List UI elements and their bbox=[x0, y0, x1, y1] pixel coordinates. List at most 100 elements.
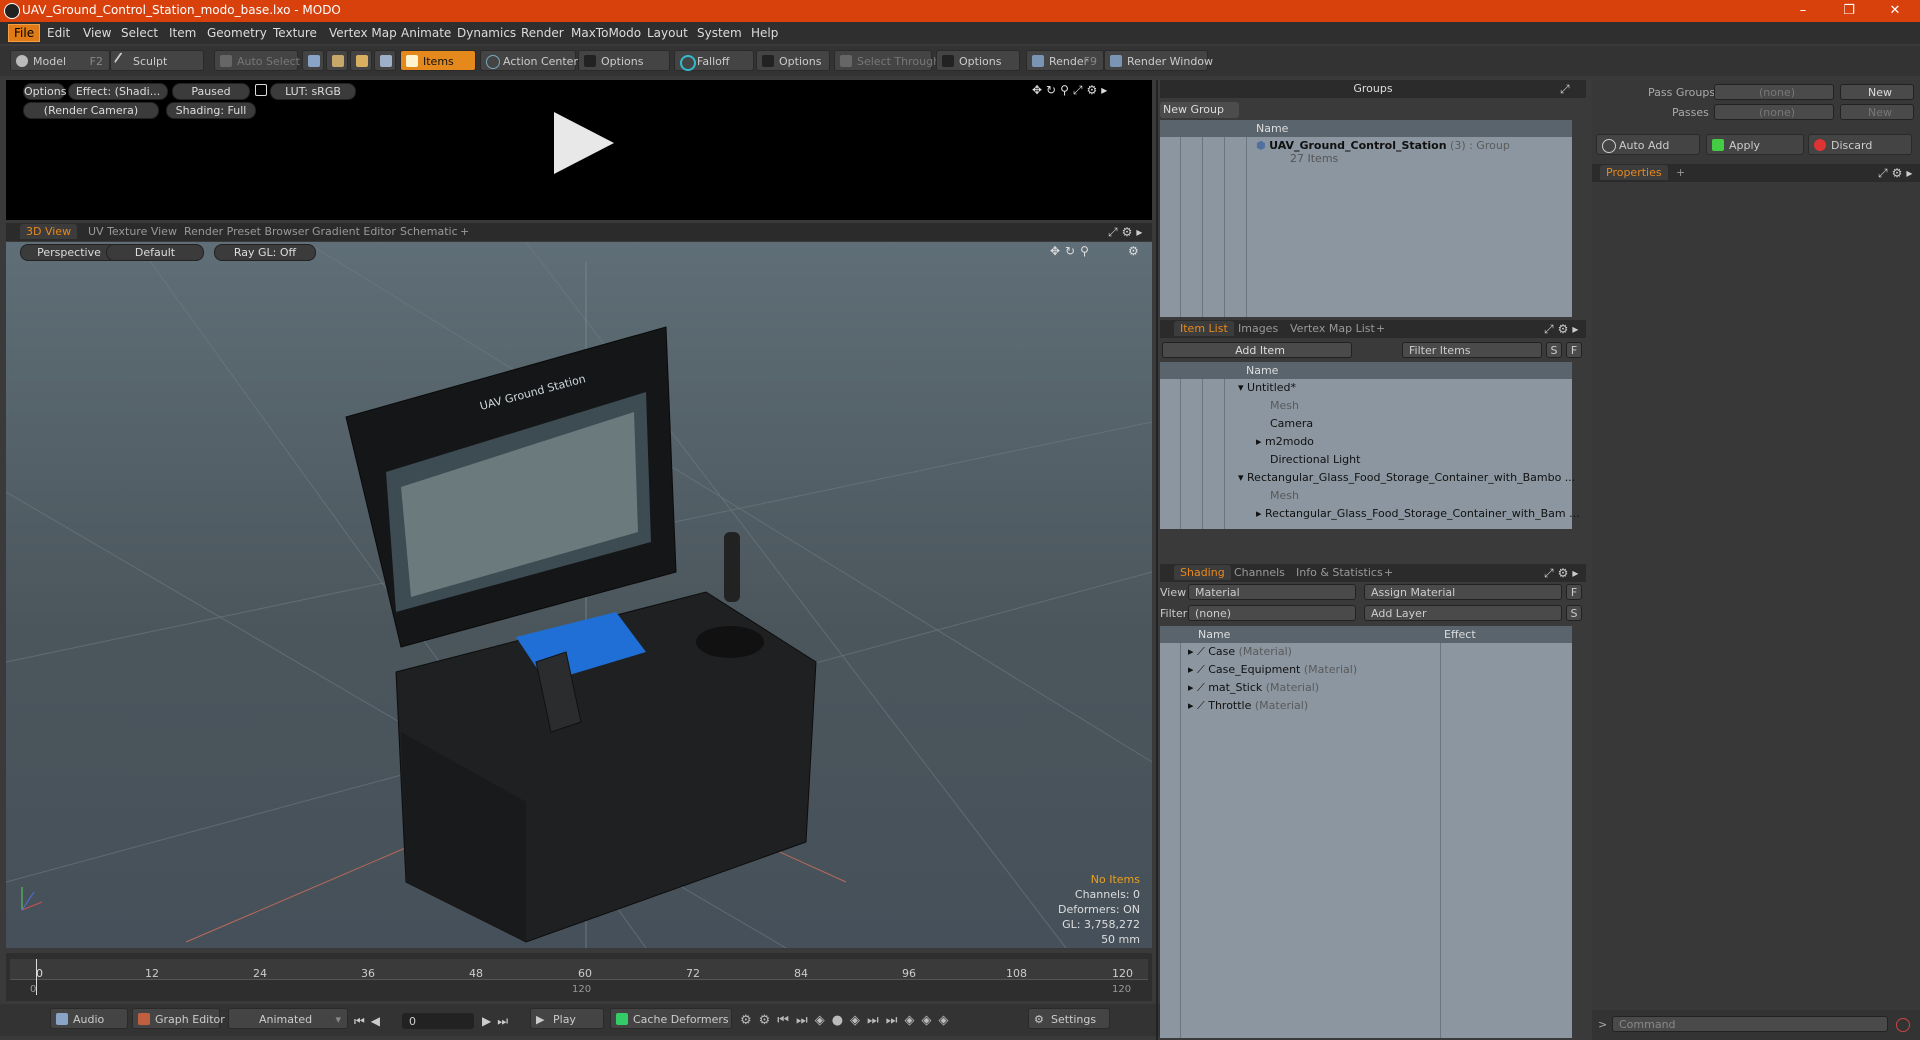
list-item[interactable]: ▸ m2modo bbox=[1256, 433, 1314, 451]
audio-button[interactable]: Audio bbox=[50, 1008, 128, 1029]
raygl-dropdown[interactable]: Ray GL: Off bbox=[214, 244, 316, 261]
items-mode-button[interactable]: Items bbox=[400, 50, 476, 71]
preview-viewport[interactable]: Options Effect: (Shadi... Paused LUT: sR… bbox=[6, 80, 1152, 220]
list-item[interactable]: Mesh bbox=[1270, 487, 1299, 505]
tab-images[interactable]: Images bbox=[1232, 321, 1284, 336]
menu-render[interactable]: Render bbox=[516, 25, 569, 41]
filter-items-input[interactable]: Filter Items bbox=[1402, 342, 1542, 358]
list-item[interactable]: ▸ Rectangular_Glass_Food_Storage_Contain… bbox=[1256, 505, 1580, 523]
tab-vertex-map-list[interactable]: Vertex Map List bbox=[1284, 321, 1381, 336]
splitter[interactable] bbox=[1156, 80, 1158, 1040]
preview-camera-dropdown[interactable]: (Render Camera) bbox=[23, 102, 159, 119]
command-input[interactable]: Command bbox=[1612, 1016, 1888, 1032]
vertices-mode-button[interactable] bbox=[302, 50, 324, 71]
tab-shading[interactable]: Shading bbox=[1174, 565, 1231, 580]
shader-tree[interactable]: ▸ ⟋ Case (Material) ▸ ⟋ Case_Equipment (… bbox=[1160, 643, 1572, 1038]
preview-nav-icons[interactable]: ✥↻⚲⤢⚙▸ bbox=[1032, 83, 1142, 97]
tab-uv-texture-view[interactable]: UV Texture View bbox=[82, 224, 183, 239]
restore-button[interactable]: ❐ bbox=[1826, 0, 1872, 22]
falloff-options-button[interactable]: Options bbox=[756, 50, 830, 71]
list-item[interactable]: Camera bbox=[1270, 415, 1313, 433]
materials-mode-button[interactable] bbox=[374, 50, 396, 71]
viewport-nav-icons[interactable]: ✥↻⚲ bbox=[1050, 244, 1094, 258]
tab-3d-view[interactable]: 3D View bbox=[20, 224, 78, 239]
add-properties-tab[interactable]: + bbox=[1670, 165, 1691, 180]
tab-render-preset-browser[interactable]: Render Preset Browser bbox=[178, 224, 315, 239]
gear-icon[interactable]: ⚙ bbox=[1128, 244, 1139, 258]
list-item[interactable]: Directional Light bbox=[1270, 451, 1360, 469]
select-through-options-button[interactable]: Options bbox=[936, 50, 1020, 71]
filter-dropdown[interactable]: (none) bbox=[1188, 605, 1356, 621]
menu-layout[interactable]: Layout bbox=[642, 25, 693, 41]
menu-dynamics[interactable]: Dynamics bbox=[452, 25, 521, 41]
view-dropdown[interactable]: Material bbox=[1188, 584, 1356, 600]
apply-button[interactable]: Apply bbox=[1706, 134, 1804, 155]
menu-edit[interactable]: Edit bbox=[42, 25, 75, 41]
menu-vertex-map[interactable]: Vertex Map bbox=[324, 25, 402, 41]
new-pass-button[interactable]: New bbox=[1840, 104, 1914, 120]
shading-expand-icons[interactable]: ⤢⚙▸ bbox=[1544, 566, 1582, 581]
material-row[interactable]: ▸ ⟋ Case (Material) bbox=[1188, 643, 1292, 661]
menu-animate[interactable]: Animate bbox=[396, 25, 456, 41]
render-window-button[interactable]: Render Window bbox=[1104, 50, 1213, 71]
auto-add-button[interactable]: Auto Add bbox=[1596, 134, 1700, 155]
play-icon[interactable] bbox=[550, 110, 616, 176]
action-center-button[interactable]: Action Center bbox=[480, 50, 578, 71]
key-tool-icons[interactable]: ⚙⚙⏮⏭◈●◈⏭⏭◈◈◈ bbox=[740, 1013, 955, 1028]
add-layer-dropdown[interactable]: Add Layer bbox=[1364, 605, 1562, 621]
edges-mode-button[interactable] bbox=[326, 50, 348, 71]
menu-system[interactable]: System bbox=[692, 25, 747, 41]
groups-list[interactable]: ⬢ UAV_Ground_Control_Station (3) : Group… bbox=[1160, 137, 1572, 317]
minimize-button[interactable]: – bbox=[1780, 0, 1826, 22]
itemlist-expand-icons[interactable]: ⤢⚙▸ bbox=[1544, 322, 1582, 337]
pass-groups-dropdown[interactable]: (none) bbox=[1714, 84, 1834, 100]
close-button[interactable]: ✕ bbox=[1872, 0, 1918, 22]
settings-button[interactable]: ⚙ Settings bbox=[1028, 1008, 1110, 1029]
properties-expand-icons[interactable]: ⤢⚙▸ bbox=[1878, 166, 1916, 181]
animated-dropdown[interactable]: Animated ▾ bbox=[228, 1008, 348, 1029]
item-list[interactable]: ▾ Untitled* Mesh Camera ▸ m2modo Directi… bbox=[1160, 379, 1580, 529]
lock-icon[interactable] bbox=[255, 84, 267, 96]
polygons-mode-button[interactable] bbox=[350, 50, 372, 71]
tab-channels[interactable]: Channels bbox=[1228, 565, 1291, 580]
add-shading-tab[interactable]: + bbox=[1378, 565, 1399, 580]
menu-help[interactable]: Help bbox=[746, 25, 783, 41]
select-through-button[interactable]: Select Through bbox=[834, 50, 940, 71]
render-button[interactable]: Render F9 bbox=[1026, 50, 1104, 71]
tab-properties[interactable]: Properties bbox=[1600, 165, 1668, 180]
frame-input[interactable]: 0 bbox=[402, 1013, 474, 1029]
preview-effect-dropdown[interactable]: Effect: (Shadi... bbox=[68, 83, 168, 100]
add-tab-button[interactable]: + bbox=[454, 224, 475, 239]
material-row[interactable]: ▸ ⟋ Case_Equipment (Material) bbox=[1188, 661, 1357, 679]
menu-select[interactable]: Select bbox=[116, 25, 163, 41]
menu-file[interactable]: File bbox=[8, 24, 41, 42]
menu-item[interactable]: Item bbox=[164, 25, 201, 41]
auto-select-button[interactable]: Auto Select bbox=[214, 50, 300, 71]
assign-material-button[interactable]: Assign Material bbox=[1364, 584, 1562, 600]
list-item[interactable]: Mesh bbox=[1270, 397, 1299, 415]
list-item[interactable]: ▾ Rectangular_Glass_Food_Storage_Contain… bbox=[1238, 469, 1575, 487]
timeline[interactable]: 0 12 24 36 48 60 72 84 96 108 120 0 120 … bbox=[6, 953, 1152, 1001]
action-center-options-button[interactable]: Options bbox=[578, 50, 670, 71]
tabbar-expand-icons[interactable]: ⤢⚙▸ bbox=[1108, 225, 1146, 240]
preview-options-button[interactable]: Options bbox=[23, 83, 66, 100]
preview-paused-button[interactable]: Paused bbox=[172, 83, 250, 100]
discard-button[interactable]: Discard bbox=[1808, 134, 1912, 155]
menu-texture[interactable]: Texture bbox=[268, 25, 322, 41]
passes-dropdown[interactable]: (none) bbox=[1714, 104, 1834, 120]
menu-geometry[interactable]: Geometry bbox=[202, 25, 272, 41]
next-key-icons[interactable]: ▶⏭ bbox=[482, 1014, 514, 1029]
play-button[interactable]: ▶ Play bbox=[530, 1008, 604, 1029]
record-icon[interactable] bbox=[1896, 1018, 1910, 1032]
menu-maxtomodo[interactable]: MaxToModo bbox=[566, 25, 646, 41]
list-item[interactable]: ▾ Untitled* bbox=[1238, 379, 1296, 397]
filter-f-button[interactable]: F bbox=[1566, 342, 1582, 358]
menu-view[interactable]: View bbox=[78, 25, 116, 41]
new-pass-group-button[interactable]: New bbox=[1840, 84, 1914, 100]
falloff-button[interactable]: Falloff bbox=[674, 50, 754, 71]
perspective-dropdown[interactable]: Perspective bbox=[20, 244, 118, 261]
graph-editor-button[interactable]: Graph Editor bbox=[132, 1008, 225, 1029]
tab-info-statistics[interactable]: Info & Statistics bbox=[1290, 565, 1389, 580]
preview-lut-dropdown[interactable]: LUT: sRGB bbox=[270, 83, 356, 100]
material-row[interactable]: ▸ ⟋ mat_Stick (Material) bbox=[1188, 679, 1319, 697]
